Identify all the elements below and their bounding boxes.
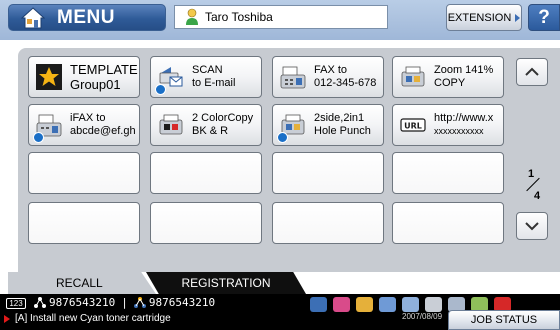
total-pages: 4: [534, 190, 541, 202]
template-button-fax[interactable]: FAX to 012-345-678: [272, 56, 384, 98]
job-status-button[interactable]: JOB STATUS: [448, 310, 560, 330]
scroll-down-button[interactable]: [516, 212, 548, 240]
template-button-ifax[interactable]: iFAX to abcde@ef.gh: [28, 104, 140, 146]
template-button-empty[interactable]: [28, 202, 140, 244]
tile-line2: COPY: [434, 77, 466, 89]
arrow-right-icon: [515, 13, 521, 22]
template-area: TEMPLATE Group01 SCAN to E-mail FAX to 0…: [0, 40, 560, 272]
copier-status-icon: [379, 297, 396, 312]
top-bar: MENU Taro Toshiba EXTENSION ?: [0, 0, 560, 40]
page-indicator: 1 4: [520, 168, 550, 208]
chevron-up-icon: [525, 67, 539, 76]
tile-line1: iFAX to: [70, 112, 106, 124]
tile-line1: FAX to: [314, 64, 348, 76]
template-button-empty[interactable]: [272, 152, 384, 194]
line-b-number: 9876543210: [148, 296, 216, 309]
tile-line2: Group01: [70, 77, 121, 92]
fax-icon: [280, 66, 306, 89]
line-a-number: 9876543210: [49, 296, 116, 309]
help-label: ?: [538, 6, 550, 28]
template-button-zoom-copy[interactable]: Zoom 141% COPY: [392, 56, 504, 98]
user-icon: [186, 8, 198, 25]
menu-label: MENU: [57, 6, 115, 28]
folder-status-icon: [356, 297, 373, 312]
help-button[interactable]: ?: [528, 4, 560, 31]
template-button-empty[interactable]: [392, 152, 504, 194]
fax-status-icon: [425, 297, 442, 312]
template-button-duplex-copy[interactable]: 2side,2in1 Hole Punch: [272, 104, 384, 146]
tile-line1: SCAN: [192, 64, 223, 76]
tile-line2: xxxxxxxxxxx: [434, 126, 484, 136]
network-icon: [34, 297, 46, 308]
template-button-empty[interactable]: [150, 202, 262, 244]
tab-registration[interactable]: REGISTRATION: [146, 272, 306, 294]
status-bar: 123 9876543210 | 9876543210 [A] Install …: [0, 294, 560, 330]
url-icon: URL: [400, 118, 426, 132]
shared-badge-icon: [277, 132, 288, 143]
tab-bar: RECALL REGISTRATION: [0, 272, 560, 294]
current-page: 1: [528, 168, 535, 180]
network-icon: [133, 297, 146, 308]
template-button-url[interactable]: URL http://www.x xxxxxxxxxxx: [392, 104, 504, 146]
toner-status-icon: [333, 297, 350, 312]
line-numbers: 9876543210 | 9876543210: [34, 296, 215, 309]
tab-recall-label: RECALL: [56, 276, 103, 290]
tile-line1: http://www.x: [434, 112, 494, 124]
tile-line1: TEMPLATE: [70, 62, 138, 77]
tile-line2: 012-345-678: [314, 77, 377, 89]
copy-icon: [401, 66, 425, 87]
template-button-color-copy[interactable]: 2 ColorCopy BK & R: [150, 104, 262, 146]
shared-badge-icon: [33, 132, 44, 143]
tile-line1: Zoom 141%: [434, 64, 494, 76]
status-date: 2007/08/09: [402, 312, 443, 321]
scanner-status-icon: [310, 297, 327, 312]
alert-icon: [4, 314, 10, 323]
home-icon: [21, 6, 45, 28]
shared-badge-icon: [155, 84, 166, 95]
template-button-empty[interactable]: [392, 202, 504, 244]
tab-registration-label: REGISTRATION: [181, 276, 271, 290]
tile-line2: BK & R: [192, 125, 229, 137]
job-status-label: JOB STATUS: [470, 314, 538, 326]
extension-button[interactable]: EXTENSION: [446, 4, 522, 31]
user-name: Taro Toshiba: [205, 10, 273, 24]
tab-recall[interactable]: RECALL: [8, 272, 156, 294]
menu-button[interactable]: MENU: [8, 4, 166, 31]
template-button-scan-email[interactable]: SCAN to E-mail: [150, 56, 262, 98]
tile-line1: 2 ColorCopy: [192, 112, 254, 124]
star-icon: [36, 64, 62, 90]
chevron-down-icon: [525, 222, 539, 231]
printer-status-icon: [402, 297, 419, 312]
extension-label: EXTENSION: [447, 11, 512, 24]
svg-text:URL: URL: [404, 122, 422, 131]
color-copy-icon: [159, 114, 183, 135]
template-button-empty[interactable]: [150, 152, 262, 194]
scroll-up-button[interactable]: [516, 58, 548, 86]
user-name-field: Taro Toshiba: [174, 5, 388, 29]
template-button-empty[interactable]: [28, 152, 140, 194]
tile-line2: to E-mail: [192, 77, 236, 89]
tile-line2: Hole Punch: [314, 125, 371, 137]
alert-text: [A] Install new Cyan toner cartridge: [15, 313, 171, 324]
template-button-group01[interactable]: TEMPLATE Group01: [28, 56, 140, 98]
status-alert: [A] Install new Cyan toner cartridge: [4, 313, 171, 324]
line-divider: |: [121, 296, 128, 309]
fax-line-indicator: 123: [6, 298, 26, 309]
tile-line2: abcde@ef.gh: [70, 125, 136, 137]
template-button-empty[interactable]: [272, 202, 384, 244]
tile-line1: 2side,2in1: [314, 112, 365, 124]
